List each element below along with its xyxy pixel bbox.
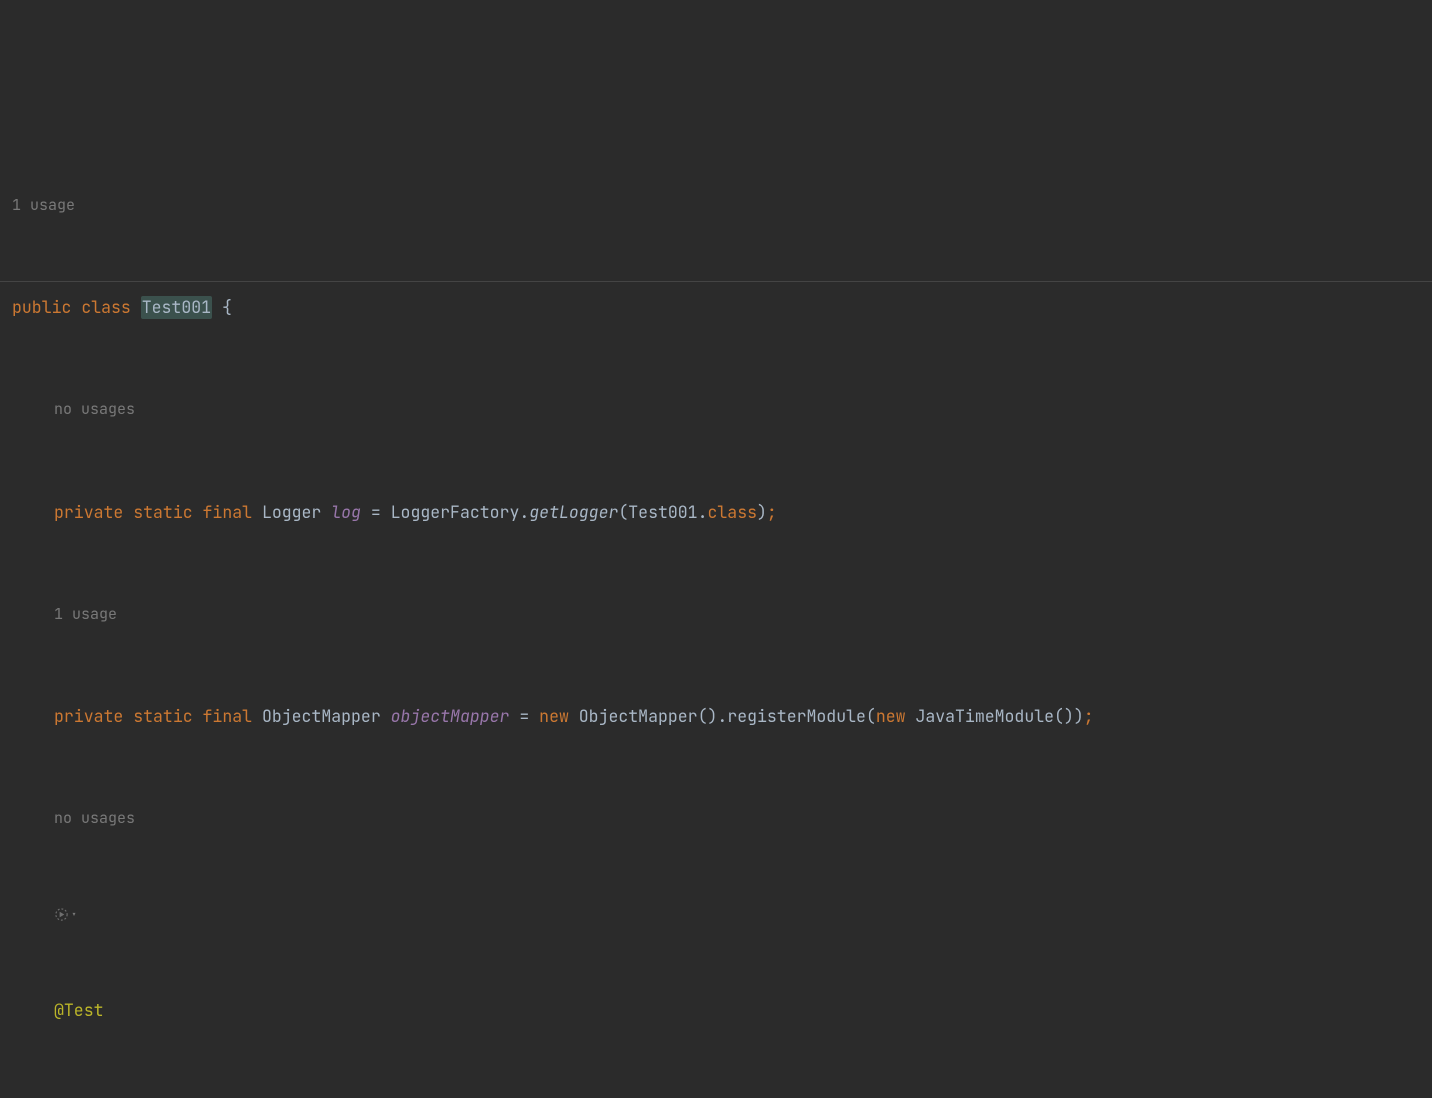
annotation-test: @Test [54, 999, 104, 1022]
method-registermodule: registerModule [727, 705, 866, 728]
keyword-static: static [133, 705, 192, 728]
keyword-private: private [54, 501, 123, 524]
run-test-icon[interactable]: ▾ [54, 907, 77, 922]
type-objectmapper: ObjectMapper [262, 705, 381, 728]
usage-hint-line: 1 usage [12, 598, 1432, 631]
brace-open: { [222, 296, 232, 319]
ref-test001: Test001 [628, 501, 697, 524]
code-line[interactable]: private static final ObjectMapper object… [12, 700, 1432, 733]
type-logger: Logger [262, 501, 321, 524]
keyword-public: public [12, 296, 71, 319]
code-line[interactable]: private static final Logger log = Logger… [12, 496, 1432, 529]
code-line[interactable]: public class Test001 { [12, 291, 1432, 324]
keyword-class-literal: class [708, 501, 758, 524]
field-log: log [331, 501, 361, 524]
usage-hint[interactable]: 1 usage [54, 604, 117, 625]
keyword-new: new [876, 705, 906, 728]
method-getlogger: getLogger [529, 501, 618, 524]
keyword-new: new [539, 705, 569, 728]
keyword-class: class [81, 296, 131, 319]
ctor-objectmapper: ObjectMapper [579, 705, 698, 728]
usage-hint[interactable]: no usages [54, 808, 135, 829]
ctor-javatimemodule: JavaTimeModule [915, 705, 1054, 728]
usage-hint-line: no usages [12, 802, 1432, 835]
field-objectmapper: objectMapper [391, 705, 510, 728]
usage-hint-line: 1 usage [12, 189, 1432, 222]
chevron-down-icon: ▾ [71, 908, 77, 922]
class-name-highlight[interactable]: Test001 [141, 296, 212, 319]
code-line[interactable]: public void test001() throws JsonProcess… [12, 1096, 1432, 1098]
separator-line [0, 281, 1432, 282]
code-editor[interactable]: 1 usage public class Test001 { no usages… [0, 92, 1432, 1098]
type-loggerfactory: LoggerFactory [391, 501, 520, 524]
keyword-static: static [133, 501, 192, 524]
gutter-run-line[interactable]: ▾ [12, 905, 1432, 925]
usage-hint-line: no usages [12, 393, 1432, 426]
code-line[interactable]: @Test [12, 994, 1432, 1027]
keyword-private: private [54, 705, 123, 728]
keyword-final: final [203, 501, 253, 524]
usage-hint[interactable]: no usages [54, 399, 135, 420]
keyword-final: final [203, 705, 253, 728]
usage-hint[interactable]: 1 usage [12, 195, 75, 216]
